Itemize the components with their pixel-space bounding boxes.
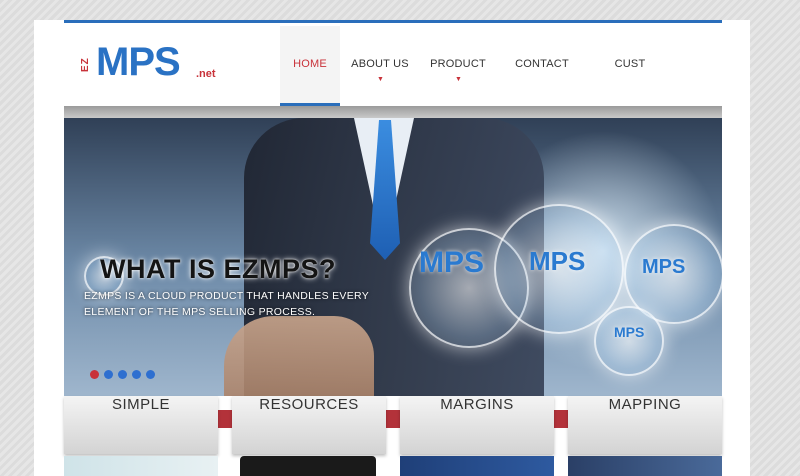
nav-product[interactable]: PRODUCT ▼ bbox=[428, 26, 488, 106]
glow-bubble bbox=[594, 306, 664, 376]
bubble-logo-mps: MPS bbox=[529, 246, 586, 276]
slider-pagination bbox=[90, 370, 155, 379]
logo-ez-text: EZ bbox=[80, 57, 91, 73]
feature-resources-label: RESOURCES bbox=[259, 396, 359, 413]
slider-dot-3[interactable] bbox=[118, 370, 127, 379]
feature-margins-label: MARGINS bbox=[440, 396, 514, 413]
nav-about-us[interactable]: ABOUT US ▼ bbox=[350, 26, 410, 106]
hero-top-bar bbox=[64, 106, 722, 118]
bubble-logo-mps: MPS bbox=[642, 256, 686, 278]
logo-net-text: .net bbox=[196, 68, 216, 80]
logo-mps-text: MPS bbox=[96, 40, 181, 84]
slider-dot-1[interactable] bbox=[90, 370, 99, 379]
feature-mapping-label: MAPPING bbox=[608, 396, 682, 413]
nav-product-label: PRODUCT bbox=[430, 58, 486, 70]
feature-simple[interactable]: SIMPLE bbox=[64, 396, 218, 454]
nav-home[interactable]: HOME bbox=[280, 26, 340, 106]
hero-slider[interactable]: MPS MPS MPS MPS bbox=[64, 106, 722, 396]
bubble-logo-mps: MPS bbox=[419, 246, 485, 279]
feature-resources[interactable]: RESOURCES bbox=[232, 396, 386, 454]
slider-dot-2[interactable] bbox=[104, 370, 113, 379]
hero-description: EZMPS IS A CLOUD PRODUCT THAT HANDLES EV… bbox=[84, 290, 369, 318]
feature-thumbnail-image bbox=[568, 456, 722, 476]
chevron-down-icon: ▼ bbox=[377, 76, 385, 83]
slider-dot-4[interactable] bbox=[132, 370, 141, 379]
feature-thumbnail-image bbox=[240, 456, 376, 476]
nav-contact-us[interactable]: CONTACT US bbox=[506, 26, 578, 146]
feature-simple-label: SIMPLE bbox=[111, 396, 171, 413]
nav-home-label: HOME bbox=[293, 58, 327, 70]
slider-dot-5[interactable] bbox=[146, 370, 155, 379]
bubble-logo-mps: MPS bbox=[614, 324, 645, 340]
feature-margins[interactable]: MARGINS bbox=[400, 396, 554, 454]
nav-cust-login[interactable]: CUST LOGIN bbox=[596, 26, 664, 146]
header-top-line bbox=[64, 20, 722, 23]
feature-mapping[interactable]: MAPPING bbox=[568, 396, 722, 454]
chevron-down-icon: ▼ bbox=[455, 76, 463, 83]
feature-thumbnail-image bbox=[64, 456, 218, 476]
nav-about-us-label: ABOUT US bbox=[351, 58, 409, 70]
feature-thumbnail-image bbox=[400, 456, 554, 476]
hero-title: WHAT IS EZMPS? bbox=[100, 254, 336, 284]
pointing-hand-image bbox=[224, 316, 374, 396]
